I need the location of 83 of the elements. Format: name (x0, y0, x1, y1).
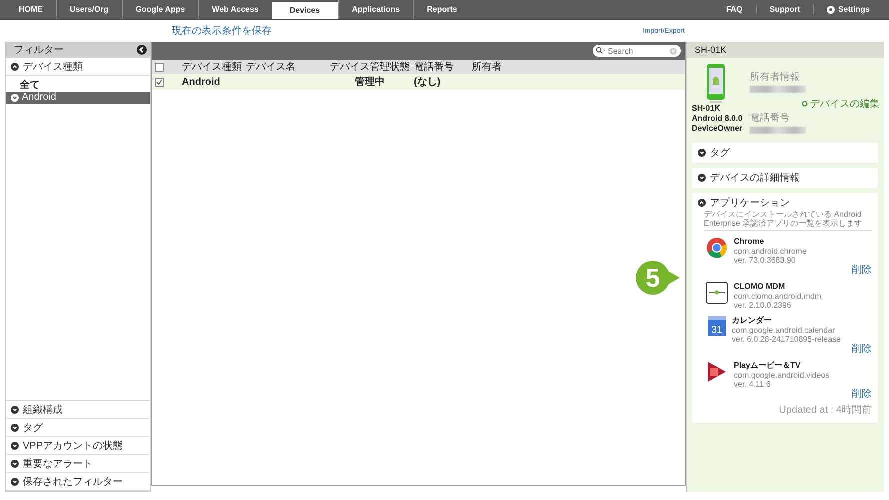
checkbox[interactable] (155, 62, 164, 72)
chevron-icon (698, 174, 706, 182)
collapse-icon[interactable] (137, 45, 147, 55)
column-header[interactable]: 電話番号 (414, 60, 472, 74)
pointer-arrow-icon (666, 270, 680, 286)
check-icon (156, 78, 163, 86)
settings-icon (827, 6, 836, 14)
filter-option[interactable]: 全て (6, 80, 150, 92)
column-header[interactable]: デバイス名 (246, 60, 326, 74)
table-row[interactable]: Android 管理中 (なし) (152, 74, 685, 90)
nav-link[interactable]: Settings (813, 5, 883, 14)
section-description: デバイスにインストールされている Android Enterprise 承認済アプリの一覧を表示します (704, 210, 872, 231)
chevron-icon (11, 424, 19, 432)
step-badge: 5 (636, 261, 670, 295)
owner-label: 所有者情報 (750, 70, 801, 84)
nav-tab[interactable]: Google Apps (122, 0, 198, 19)
nav-link[interactable]: FAQ (713, 5, 756, 14)
detail-title: SH-01K (695, 45, 727, 55)
table-cell-text: (なし) (414, 76, 442, 89)
search-input[interactable]: Search (608, 46, 668, 56)
app-version: ver. 6.0.28-241710895-release (732, 335, 842, 344)
app-name: Playムービー＆TV (734, 361, 802, 371)
device-info-text: Android 8.0.0 (692, 114, 743, 124)
chevron-icon (11, 406, 19, 414)
column-header[interactable]: デバイス種類 (182, 60, 246, 74)
save-view-link[interactable]: 現在の表示条件を保存 (172, 24, 272, 38)
chrome-icon (706, 237, 728, 259)
chevron-icon (11, 442, 19, 450)
app-package: com.google.android.videos (734, 371, 831, 380)
blurred-text (750, 127, 806, 134)
search-icon (596, 47, 606, 55)
chevron-icon (698, 199, 706, 207)
app-version: ver. 73.0.3683.90 (734, 256, 797, 265)
table-cell-text: 管理中 (354, 76, 386, 89)
nav-tab[interactable]: Users/Org (56, 0, 122, 19)
nav-tab[interactable]: Devices (272, 2, 338, 19)
device-info-text: SH-01K (692, 104, 720, 114)
delete-link[interactable]: 削除 (852, 344, 872, 355)
phone-label: 電話番号 (750, 112, 791, 125)
app-logo-icon (706, 282, 728, 304)
delete-link[interactable]: 削除 (852, 389, 872, 400)
app-package: com.google.android.calendar (732, 326, 836, 335)
chevron-icon (11, 94, 19, 102)
section-header[interactable]: タグ (698, 146, 872, 160)
chevron-icon (11, 62, 19, 70)
device-info-text: DeviceOwner (692, 124, 743, 134)
filter-option[interactable]: Android (6, 92, 150, 104)
chevron-icon (11, 478, 19, 486)
app-package: com.android.chrome (734, 247, 808, 256)
column-header[interactable]: 所有者 (472, 60, 685, 74)
chevron-icon (11, 460, 19, 468)
section-header[interactable]: アプリケーション (698, 196, 872, 210)
column-header[interactable]: デバイス管理状態 (326, 60, 414, 74)
updated-time: Updated at : 4時間前 (779, 404, 872, 417)
section-header[interactable]: デバイスの詳細情報 (698, 171, 872, 185)
nav-tab[interactable]: Reports (413, 0, 470, 19)
app-package: com.clomo.android.mdm (734, 292, 823, 301)
calendar-icon: 31 (708, 316, 726, 336)
search-field[interactable]: Search (593, 45, 681, 57)
sidebar-title: フィルター (14, 44, 64, 57)
edit-device-link[interactable]: デバイスの編集 (802, 97, 880, 111)
nav-tab[interactable]: Applications (338, 0, 414, 19)
blurred-text (750, 86, 806, 93)
filter-section[interactable]: VPPアカウントの状態 (6, 437, 150, 455)
app-version: ver. 4.11.6 (734, 380, 772, 389)
table-cell-text: Android (182, 76, 222, 88)
app-name: CLOMO MDM (734, 282, 786, 292)
app-name: Chrome (734, 237, 766, 247)
circle-icon (802, 101, 808, 107)
chevron-icon (698, 149, 706, 157)
app-name: カレンダー (732, 316, 773, 326)
app-version: ver. 2.10.0.2396 (734, 301, 792, 310)
filter-section[interactable]: 組織構成 (6, 401, 150, 419)
filter-section[interactable]: 保存されたフィルター (6, 473, 150, 491)
delete-link[interactable]: 削除 (852, 265, 872, 276)
film-icon (706, 361, 728, 383)
nav-link[interactable]: Support (756, 5, 814, 14)
phone-icon (706, 64, 726, 104)
nav-tab[interactable]: HOME (6, 0, 56, 19)
filter-section[interactable]: デバイス種類 (6, 58, 150, 76)
checkbox[interactable] (155, 78, 164, 86)
filter-section[interactable]: 重要なアラート (6, 455, 150, 473)
filter-section[interactable]: タグ (6, 419, 150, 437)
